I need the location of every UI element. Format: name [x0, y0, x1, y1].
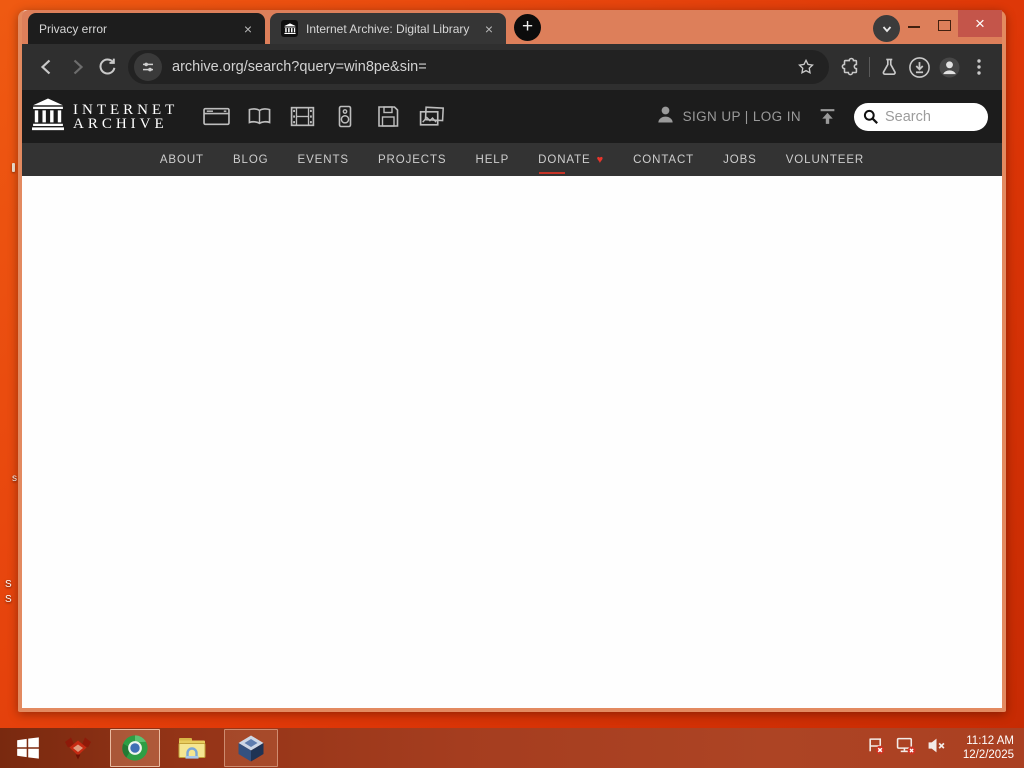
taskbar: 11:12 AM 12/2/2025 — [0, 728, 1024, 768]
internet-archive-nav: ABOUT BLOG EVENTS PROJECTS HELP DONATE ♥… — [22, 143, 1002, 176]
menu-kebab-icon[interactable] — [964, 52, 994, 82]
nav-item-about[interactable]: ABOUT — [160, 143, 204, 176]
site-settings-icon[interactable] — [134, 53, 162, 81]
address-bar[interactable]: archive.org/search?query=win8pe&sin= — [128, 50, 829, 84]
downloads-icon[interactable] — [904, 52, 934, 82]
taskbar-virtualbox-button[interactable] — [224, 729, 278, 767]
audio-speaker-icon[interactable] — [331, 104, 359, 130]
window-maximize-button[interactable] — [938, 20, 951, 31]
archive-search-box[interactable] — [854, 102, 988, 131]
texts-book-icon[interactable] — [245, 104, 273, 130]
bookmark-star-icon[interactable] — [793, 54, 819, 80]
tab-title: Internet Archive: Digital Library — [306, 21, 470, 36]
clock-date: 12/2/2025 — [962, 749, 1014, 761]
nav-item-contact[interactable]: CONTACT — [633, 143, 694, 176]
tab-close-icon[interactable]: × — [480, 20, 498, 38]
labs-flask-icon[interactable] — [874, 52, 904, 82]
page-content-blank — [22, 176, 1002, 708]
nav-item-volunteer[interactable]: VOLUNTEER — [786, 143, 864, 176]
nav-item-projects[interactable]: PROJECTS — [378, 143, 447, 176]
forward-icon[interactable] — [62, 52, 92, 82]
internet-archive-favicon — [281, 20, 298, 37]
tab-close-icon[interactable]: × — [239, 20, 257, 38]
window-minimize-button[interactable] — [908, 26, 920, 29]
taskbar-browser-button-active[interactable] — [110, 729, 160, 767]
desktop-background: s S S Privacy error × Internet Archive: … — [0, 0, 1024, 768]
web-icon[interactable] — [202, 104, 230, 130]
upload-icon[interactable] — [818, 107, 837, 126]
nav-item-blog[interactable]: BLOG — [233, 143, 269, 176]
extensions-puzzle-icon[interactable] — [835, 52, 865, 82]
browser-toolbar: archive.org/search?query=win8pe&sin= — [22, 44, 1002, 90]
wordmark-line2: ARCHIVE — [73, 115, 168, 132]
nav-item-jobs[interactable]: JOBS — [723, 143, 757, 176]
browser-app-icon — [122, 735, 148, 761]
window-close-button[interactable]: × — [958, 10, 1002, 37]
clock-time: 11:12 AM — [966, 735, 1014, 747]
system-tray: 11:12 AM 12/2/2025 — [867, 734, 1024, 762]
media-type-icons — [202, 104, 445, 130]
account-person-icon[interactable] — [655, 104, 676, 130]
search-icon — [863, 109, 878, 124]
toolbar-divider — [869, 57, 870, 77]
tab-search-chevron-icon[interactable] — [873, 15, 900, 42]
donate-underline — [539, 171, 566, 174]
internet-archive-wordmark[interactable]: INTERNET ARCHIVE — [73, 101, 179, 132]
reload-icon[interactable] — [92, 52, 122, 82]
start-button[interactable] — [4, 729, 52, 767]
tab-internet-archive[interactable]: Internet Archive: Digital Library × — [270, 13, 506, 44]
software-floppy-icon[interactable] — [374, 104, 402, 130]
internet-archive-header: INTERNET ARCHIVE SIGN UP | LOG IN Search — [22, 90, 1002, 143]
donate-heart-icon: ♥ — [596, 153, 605, 166]
taskbar-file-explorer-icon[interactable] — [166, 729, 218, 767]
nav-item-donate[interactable]: DONATE ♥ — [538, 143, 604, 176]
donate-label: DONATE — [538, 153, 591, 166]
images-photos-icon[interactable] — [417, 104, 445, 130]
taskbar-red-app-icon[interactable] — [52, 729, 104, 767]
desktop-icon-label-fragment: S — [5, 579, 12, 590]
network-status-icon[interactable] — [896, 737, 916, 760]
action-center-flag-icon[interactable] — [867, 737, 885, 760]
desktop-icon-label-fragment: S — [5, 594, 12, 605]
new-tab-button[interactable]: + — [514, 14, 541, 41]
virtualbox-cube-icon — [238, 735, 264, 761]
browser-window: Privacy error × Internet Archive: Digita… — [18, 10, 1006, 712]
wordmark-line1: INTERNET — [73, 101, 179, 118]
header-account-area: SIGN UP | LOG IN — [655, 102, 988, 131]
nav-item-events[interactable]: EVENTS — [298, 143, 349, 176]
tab-privacy-error[interactable]: Privacy error × — [28, 13, 265, 44]
video-film-icon[interactable] — [288, 104, 316, 130]
back-icon[interactable] — [32, 52, 62, 82]
tab-title: Privacy error — [39, 21, 108, 36]
search-input[interactable] — [885, 108, 977, 125]
internet-archive-logo[interactable] — [32, 98, 64, 136]
signup-login-link[interactable]: SIGN UP | LOG IN — [683, 109, 801, 124]
profile-avatar-icon[interactable] — [934, 52, 964, 82]
browser-titlebar: Privacy error × Internet Archive: Digita… — [22, 10, 1002, 44]
taskbar-clock[interactable]: 11:12 AM 12/2/2025 — [963, 734, 1014, 762]
desktop-icon-fragment — [12, 163, 15, 172]
desktop-icon-label-fragment: s — [12, 473, 17, 484]
nav-item-help[interactable]: HELP — [476, 143, 510, 176]
volume-muted-icon[interactable] — [927, 737, 946, 759]
url-text[interactable]: archive.org/search?query=win8pe&sin= — [172, 59, 793, 75]
